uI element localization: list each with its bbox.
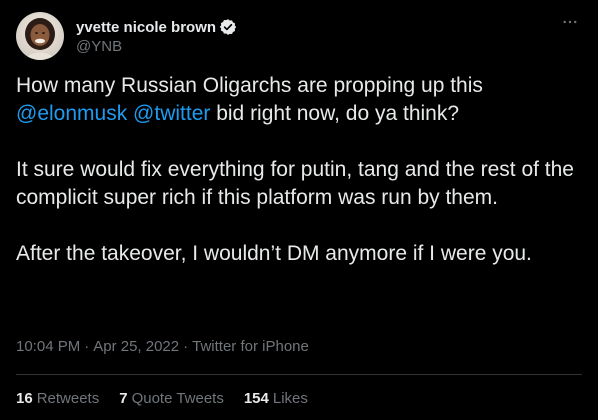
text-segment: bid right now, do ya think? xyxy=(210,102,460,125)
likes-stat[interactable]: 154 Likes xyxy=(244,390,308,407)
retweets-count: 16 xyxy=(16,390,33,407)
avatar[interactable] xyxy=(16,12,64,60)
text-segment: After the takeover, I wouldn’t DM anymor… xyxy=(16,242,532,265)
tweet-meta: 10:04 PM · Apr 25, 2022 · Twitter for iP… xyxy=(16,338,309,355)
tweet-paragraph-2: It sure would fix everything for putin, … xyxy=(16,156,582,212)
tweet-stats: 16 Retweets 7 Quote Tweets 154 Likes xyxy=(16,390,328,407)
quote-tweets-stat[interactable]: 7 Quote Tweets xyxy=(119,390,224,407)
likes-count: 154 xyxy=(243,390,269,407)
more-horizontal-icon xyxy=(563,20,577,24)
likes-label: Likes xyxy=(272,390,308,407)
tweet-date[interactable]: Apr 25, 2022 xyxy=(93,338,179,355)
mention-link-twitter[interactable]: @twitter xyxy=(133,102,210,125)
display-name[interactable]: yvette nicole brown xyxy=(76,19,216,36)
tweet-header: yvette nicole brown @YNB xyxy=(16,12,237,60)
divider xyxy=(16,374,582,375)
retweets-stat[interactable]: 16 Retweets xyxy=(16,390,99,407)
text-segment: It sure would fix everything for putin, … xyxy=(16,158,574,209)
author-handle[interactable]: @YNB xyxy=(76,38,237,55)
text-segment: How many Russian Oligarchs are propping … xyxy=(16,74,483,97)
avatar-image xyxy=(16,12,64,60)
tweet-source[interactable]: Twitter for iPhone xyxy=(192,338,309,355)
verified-badge-icon xyxy=(219,18,237,36)
meta-separator: · xyxy=(84,338,90,355)
more-options-button[interactable] xyxy=(558,10,582,34)
tweet-card: yvette nicole brown @YNB How many Russia… xyxy=(0,0,598,420)
quote-tweets-count: 7 xyxy=(119,390,128,407)
tweet-text: How many Russian Oligarchs are propping … xyxy=(16,72,582,268)
meta-separator: · xyxy=(183,338,189,355)
retweets-label: Retweets xyxy=(36,390,100,407)
display-name-row: yvette nicole brown xyxy=(76,17,237,37)
tweet-paragraph-3: After the takeover, I wouldn’t DM anymor… xyxy=(16,240,582,268)
quote-tweets-label: Quote Tweets xyxy=(131,390,224,407)
author-names: yvette nicole brown @YNB xyxy=(76,17,237,55)
tweet-time[interactable]: 10:04 PM xyxy=(16,338,80,355)
tweet-paragraph-1: How many Russian Oligarchs are propping … xyxy=(16,72,582,128)
mention-link-elonmusk[interactable]: @elonmusk xyxy=(16,102,127,125)
